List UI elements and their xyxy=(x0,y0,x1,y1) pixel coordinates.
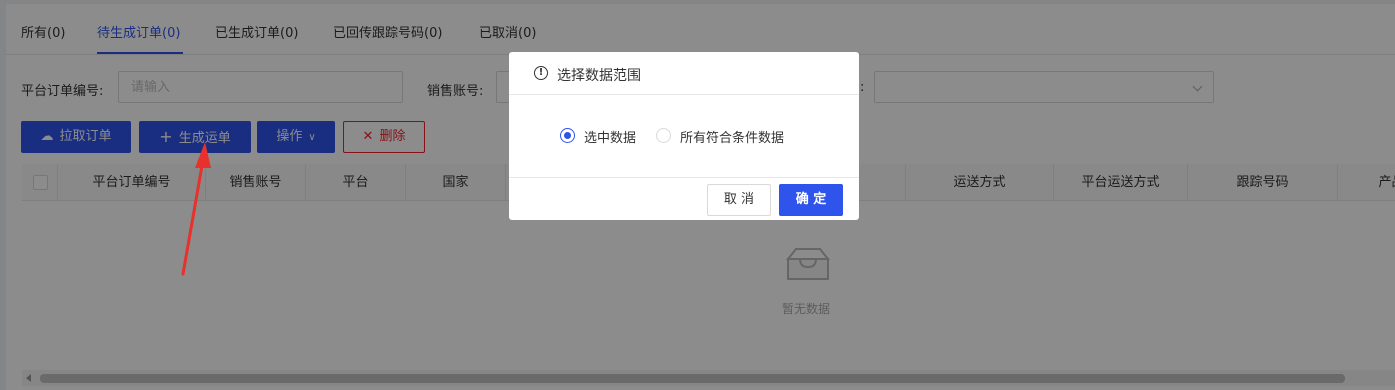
radio-label: 选中数据 xyxy=(584,131,637,146)
dialog-header: ! 选择数据范围 xyxy=(509,52,859,95)
radio-label: 所有符合条件数据 xyxy=(680,131,785,146)
select-range-dialog: ! 选择数据范围 选中数据 所有符合条件数据 取 消 确 定 xyxy=(509,52,859,220)
radio-dot[interactable] xyxy=(560,128,575,143)
cancel-button[interactable]: 取 消 xyxy=(707,184,771,216)
annotation-arrow-icon xyxy=(181,142,211,276)
radio-dot[interactable] xyxy=(656,128,671,143)
dialog-footer: 取 消 确 定 xyxy=(509,177,859,220)
confirm-button[interactable]: 确 定 xyxy=(779,184,843,216)
info-icon: ! xyxy=(534,66,548,80)
dialog-title: 选择数据范围 xyxy=(557,68,641,84)
